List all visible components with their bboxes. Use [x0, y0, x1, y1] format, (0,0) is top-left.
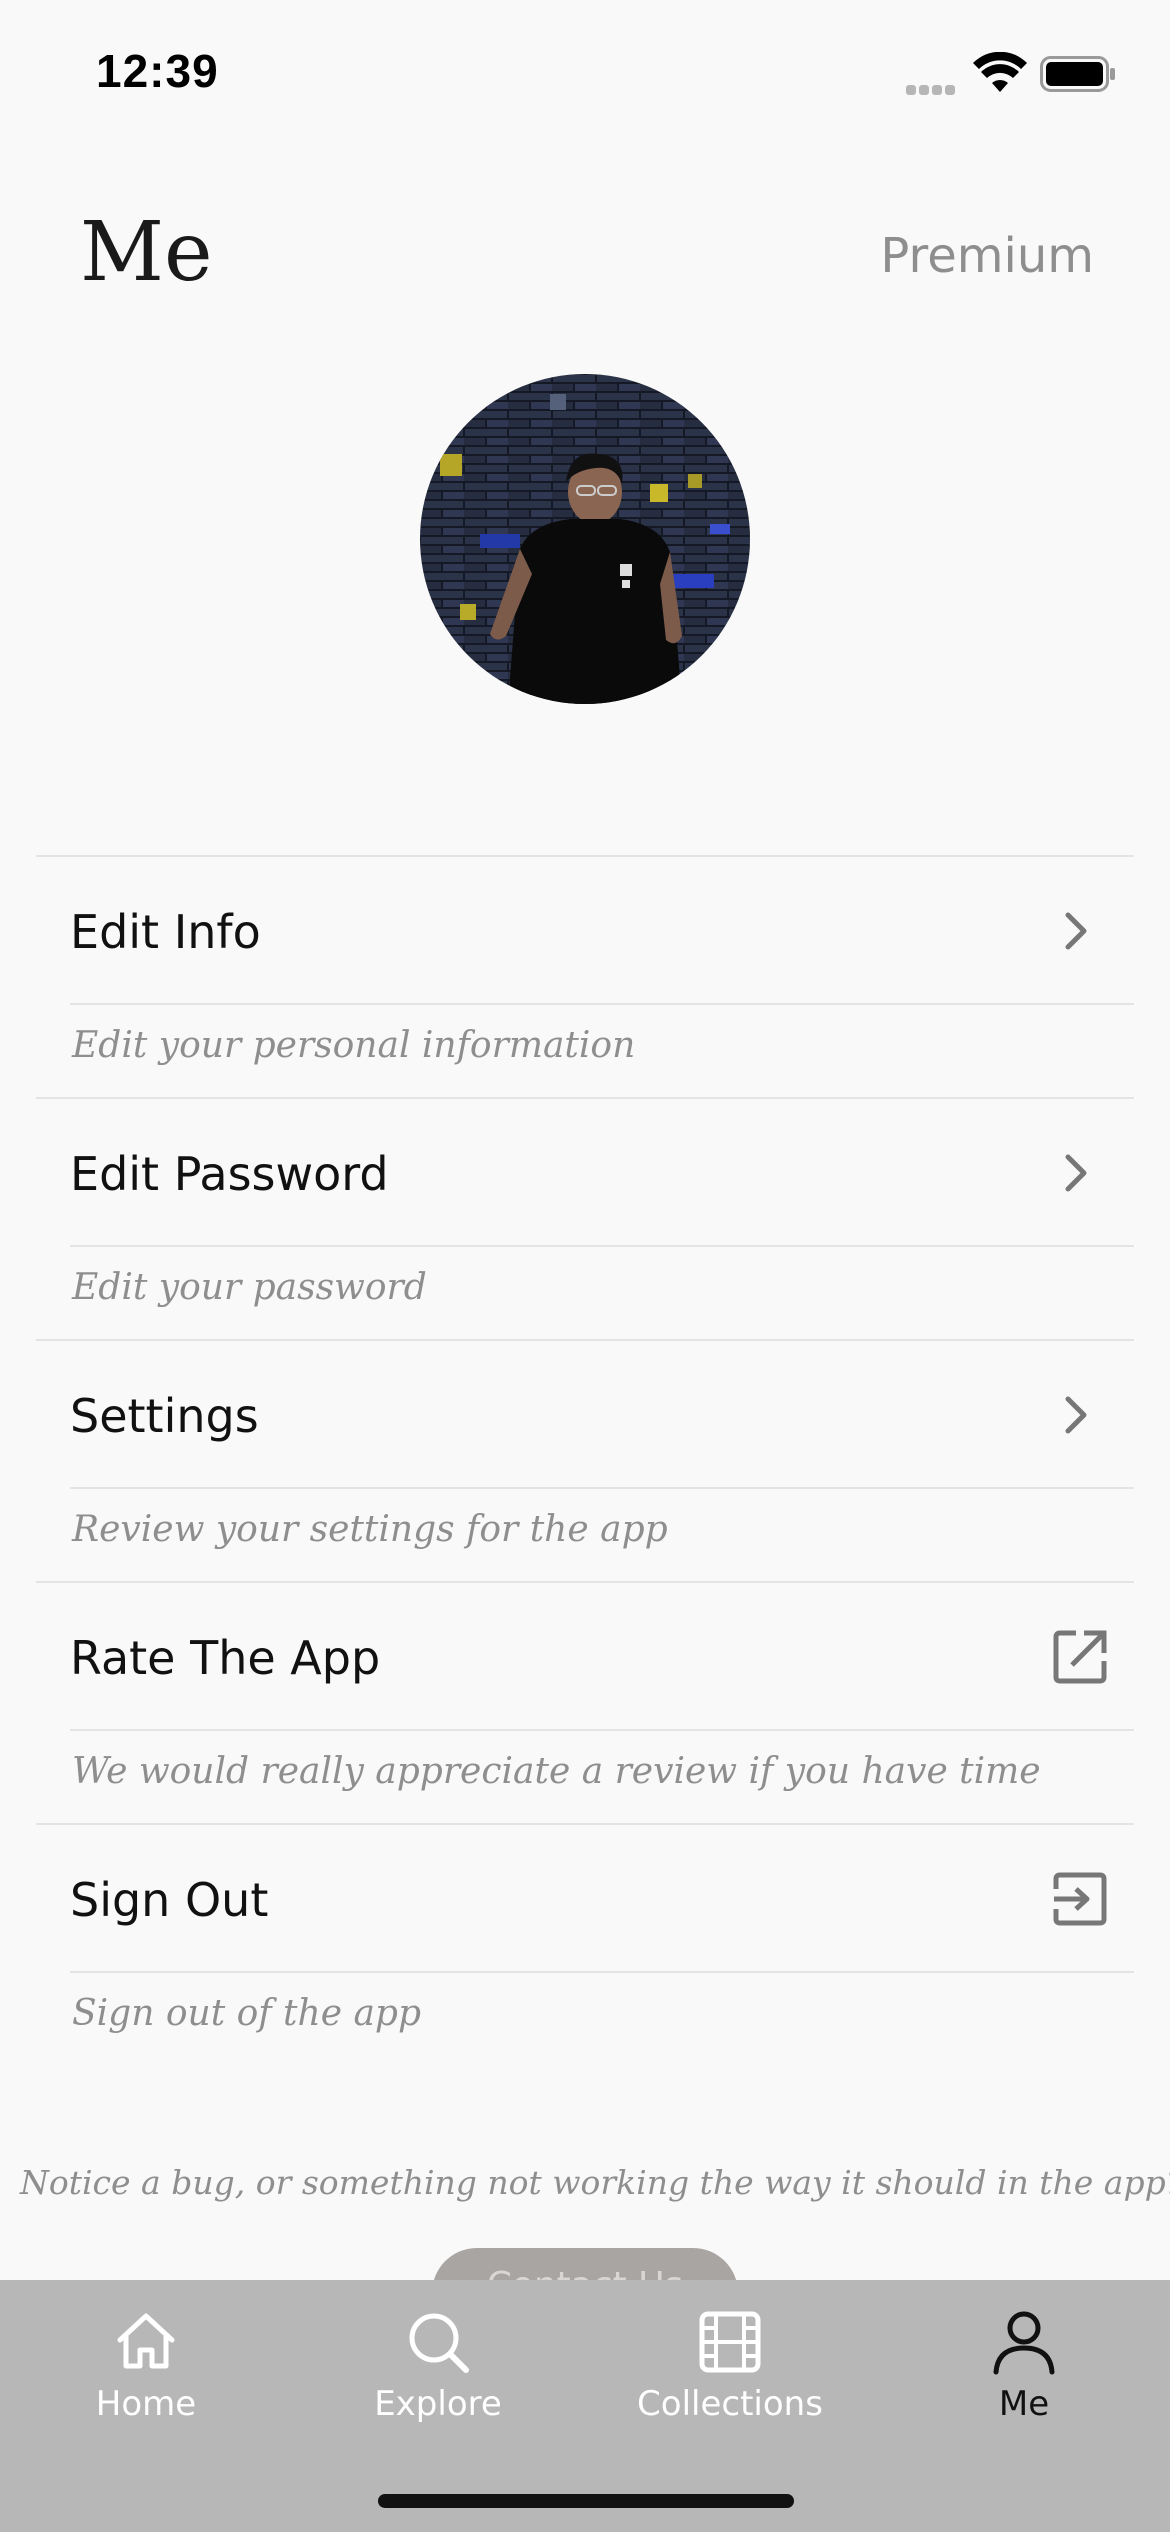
profile-screen: 12:39 Me Premium Edit Info Edit your per…: [0, 0, 1170, 2532]
divider: [70, 1003, 1134, 1005]
divider: [70, 1487, 1134, 1489]
divider: [70, 1971, 1134, 1973]
settings-menu: Edit Info Edit your personal information…: [36, 855, 1134, 2065]
page-title: Me: [80, 205, 213, 300]
status-time: 12:39: [96, 45, 219, 97]
menu-item-label: Sign Out: [70, 1873, 269, 1927]
divider: [70, 1729, 1134, 1731]
chevron-right-icon: [1065, 1396, 1087, 1434]
premium-button[interactable]: Premium: [880, 228, 1094, 284]
profile-photo: [420, 374, 750, 704]
menu-item-label: Edit Password: [70, 1147, 389, 1201]
menu-item-settings: Settings Review your settings for the ap…: [36, 1339, 1134, 1581]
tab-label: Explore: [374, 2384, 502, 2424]
film-icon: [699, 2311, 761, 2373]
menu-item-edit-info: Edit Info Edit your personal information: [36, 855, 1134, 1097]
sign-out-icon: [1053, 1872, 1107, 1926]
external-link-icon: [1053, 1630, 1107, 1684]
search-icon: [409, 2313, 469, 2373]
menu-item-rate-app: Rate The App We would really appreciate …: [36, 1581, 1134, 1823]
chevron-right-icon: [1065, 912, 1087, 950]
status-bar: 12:39: [0, 0, 1170, 150]
menu-item-edit-password: Edit Password Edit your password: [36, 1097, 1134, 1339]
tab-home[interactable]: Home: [16, 2308, 276, 2458]
menu-item-label: Settings: [70, 1389, 259, 1443]
menu-item-description: We would really appreciate a review if y…: [72, 1751, 1041, 1792]
edit-info-row[interactable]: Edit Info: [36, 857, 1134, 1003]
person-icon: [993, 2311, 1055, 2375]
wifi-icon: [973, 52, 1027, 92]
tab-label: Collections: [637, 2384, 823, 2424]
home-indicator[interactable]: [378, 2494, 794, 2508]
cellular-signal-icon: [906, 80, 958, 99]
rate-app-row[interactable]: Rate The App: [36, 1583, 1134, 1729]
avatar[interactable]: [420, 374, 750, 704]
menu-item-description: Edit your password: [72, 1267, 427, 1308]
home-icon: [117, 2313, 175, 2369]
settings-row[interactable]: Settings: [36, 1341, 1134, 1487]
tab-me[interactable]: Me: [894, 2308, 1154, 2458]
menu-item-sign-out: Sign Out Sign out of the app: [36, 1823, 1134, 2065]
battery-icon: [1040, 56, 1115, 92]
menu-item-description: Edit your personal information: [72, 1025, 636, 1066]
tab-collections[interactable]: Collections: [600, 2308, 860, 2458]
tab-label: Home: [95, 2384, 197, 2424]
sign-out-row[interactable]: Sign Out: [36, 1825, 1134, 1971]
chevron-right-icon: [1065, 1154, 1087, 1192]
menu-item-description: Sign out of the app: [72, 1993, 422, 2034]
menu-item-description: Review your settings for the app: [72, 1509, 668, 1550]
bug-notice-text: Notice a bug, or something not working t…: [20, 2163, 1170, 2202]
edit-password-row[interactable]: Edit Password: [36, 1099, 1134, 1245]
tab-explore[interactable]: Explore: [308, 2308, 568, 2458]
menu-item-label: Rate The App: [70, 1631, 381, 1685]
tab-label: Me: [998, 2384, 1050, 2424]
divider: [70, 1245, 1134, 1247]
menu-item-label: Edit Info: [70, 905, 261, 959]
